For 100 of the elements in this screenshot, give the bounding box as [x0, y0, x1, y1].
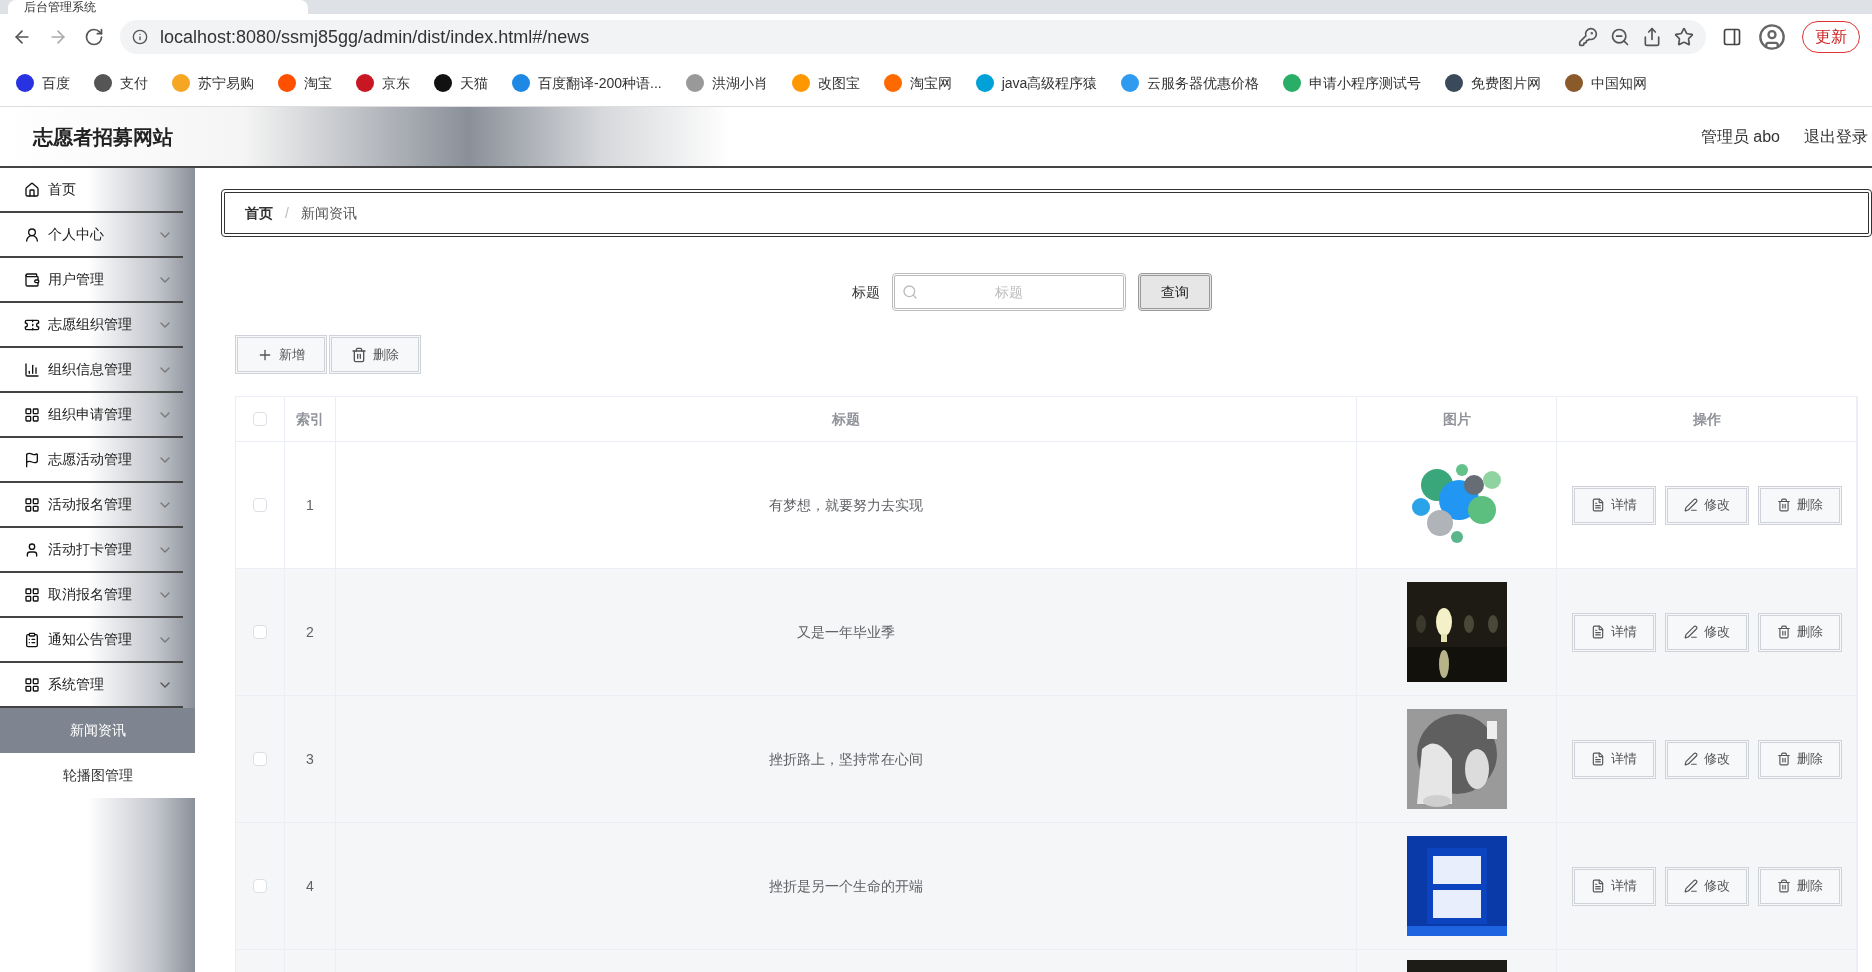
profile-icon[interactable] [1758, 23, 1786, 51]
pen-icon [1683, 879, 1698, 893]
document-icon [1590, 879, 1605, 893]
edit-button[interactable]: 修改 [1664, 866, 1749, 906]
add-button[interactable]: 新增 [235, 335, 327, 374]
edit-button[interactable]: 修改 [1664, 612, 1749, 652]
document-icon [1590, 752, 1605, 766]
title-cell-text: 又是一年毕业季 [797, 622, 895, 642]
trash-icon [1776, 625, 1791, 639]
search-icon [901, 284, 918, 300]
bookmark[interactable]: java高级程序猿 [975, 72, 1098, 94]
row-checkbox[interactable] [253, 752, 267, 766]
pen-icon [1683, 625, 1698, 639]
bookmark[interactable]: 支付 [94, 72, 148, 94]
delete-button[interactable]: 删除 [1757, 612, 1842, 652]
menu-item[interactable]: 志愿活动管理 [0, 438, 183, 483]
menu-icon [24, 226, 40, 243]
pen-icon [1683, 752, 1698, 766]
menu-icon [24, 181, 40, 198]
bookmark[interactable]: 洪湖小肖 [685, 72, 768, 94]
index-cell-text: 2 [306, 622, 314, 642]
menu-icon [24, 631, 40, 648]
edit-button[interactable]: 修改 [1664, 485, 1749, 525]
menu-item[interactable]: 首页 [0, 168, 183, 213]
bookmark[interactable]: 云服务器优惠价格 [1121, 72, 1260, 94]
trash-icon [1776, 752, 1791, 766]
bookmark[interactable]: 申请小程序测试号 [1283, 72, 1422, 94]
column-header: 图片 [1357, 397, 1557, 441]
query-button[interactable]: 查询 [1137, 273, 1212, 311]
delete-button[interactable]: 删除 [329, 335, 421, 374]
bookmark[interactable]: 百度翻译-200种语... [512, 72, 662, 94]
pen-icon [1683, 498, 1698, 512]
menu-item[interactable]: 取消报名管理 [0, 573, 183, 618]
column-header: 索引 [285, 397, 336, 441]
index-cell-text: 1 [306, 495, 314, 515]
menu-item[interactable]: 组织信息管理 [0, 348, 183, 393]
column-header: 操作 [1557, 397, 1857, 441]
bookmark[interactable]: 淘宝网 [883, 72, 952, 94]
menu-icon [24, 361, 40, 378]
detail-button[interactable]: 详情 [1571, 485, 1656, 525]
reload-icon[interactable] [84, 27, 104, 47]
index-cell-text: 3 [306, 749, 314, 769]
breadcrumb-item[interactable]: 首页 [245, 202, 273, 224]
info-icon[interactable] [132, 29, 148, 45]
zoom-out-icon[interactable] [1610, 27, 1630, 47]
bookmark[interactable]: 苏宁易购 [172, 72, 254, 94]
breadcrumb-separator: / [285, 203, 289, 223]
menu-item[interactable]: 志愿组织管理 [0, 303, 183, 348]
row-checkbox[interactable] [253, 625, 267, 639]
index-cell-text: 4 [306, 876, 314, 896]
row-checkbox[interactable] [253, 498, 267, 512]
bookmark[interactable]: 百度 [16, 72, 70, 94]
detail-button[interactable]: 详情 [1571, 866, 1656, 906]
row-checkbox[interactable] [253, 879, 267, 893]
bookmark[interactable]: 中国知网 [1565, 72, 1648, 94]
trash-icon [351, 346, 367, 363]
menu-item[interactable]: 活动报名管理 [0, 483, 183, 528]
bookmark[interactable]: 天猫 [434, 72, 488, 94]
document-icon [1590, 625, 1605, 639]
title-cell-text: 有梦想，就要努力去实现 [769, 495, 923, 515]
menu-icon [24, 496, 40, 513]
menu-icon [24, 451, 40, 468]
tab-title: 后台管理系统 [24, 0, 96, 14]
share-icon[interactable] [1642, 27, 1662, 47]
bookmark[interactable]: 免费图片网 [1445, 72, 1542, 94]
site-title: 志愿者招募网站 [33, 124, 173, 150]
trash-icon [1776, 498, 1791, 512]
trash-icon [1776, 879, 1791, 893]
menu-icon [24, 271, 40, 288]
menu-item[interactable]: 活动打卡管理 [0, 528, 183, 573]
delete-button[interactable]: 删除 [1757, 485, 1842, 525]
menu-item[interactable]: 个人中心 [0, 213, 183, 258]
side-panel-icon[interactable] [1722, 27, 1742, 47]
column-header: 标题 [336, 397, 1357, 441]
star-icon[interactable] [1674, 27, 1694, 47]
detail-button[interactable]: 详情 [1571, 612, 1656, 652]
address-bar[interactable]: localhost:8080/ssmj85gg/admin/dist/index.html#/news [120, 20, 1706, 54]
delete-button[interactable]: 删除 [1757, 739, 1842, 779]
search-field[interactable]: 标题 [891, 273, 1126, 311]
document-icon [1590, 498, 1605, 512]
key-icon[interactable] [1578, 27, 1598, 47]
bookmark[interactable]: 改图宝 [791, 72, 860, 94]
submenu-item[interactable]: 新闻资讯 [0, 708, 195, 753]
menu-icon [24, 586, 40, 603]
bookmark[interactable]: 京东 [356, 72, 410, 94]
logout-link[interactable]: 退出登录 [1804, 124, 1868, 149]
title-cell-text: 挫折路上，坚持常在心间 [769, 749, 923, 769]
detail-button[interactable]: 详情 [1571, 739, 1656, 779]
admin-user: 管理员 abo [1700, 126, 1780, 147]
title-cell-text: 挫折是另一个生命的开端 [769, 876, 923, 896]
search-label: 标题 [851, 282, 880, 302]
bookmark[interactable]: 淘宝 [278, 72, 332, 94]
menu-item[interactable]: 通知公告管理 [0, 618, 183, 663]
menu-item[interactable]: 用户管理 [0, 258, 183, 303]
menu-item[interactable]: 组织申请管理 [0, 393, 183, 438]
delete-button[interactable]: 删除 [1757, 866, 1842, 906]
select-all-checkbox[interactable] [253, 412, 267, 426]
menu-icon [24, 406, 40, 423]
edit-button[interactable]: 修改 [1664, 739, 1749, 779]
browser-tab[interactable]: 后台管理系统 [8, 0, 308, 14]
